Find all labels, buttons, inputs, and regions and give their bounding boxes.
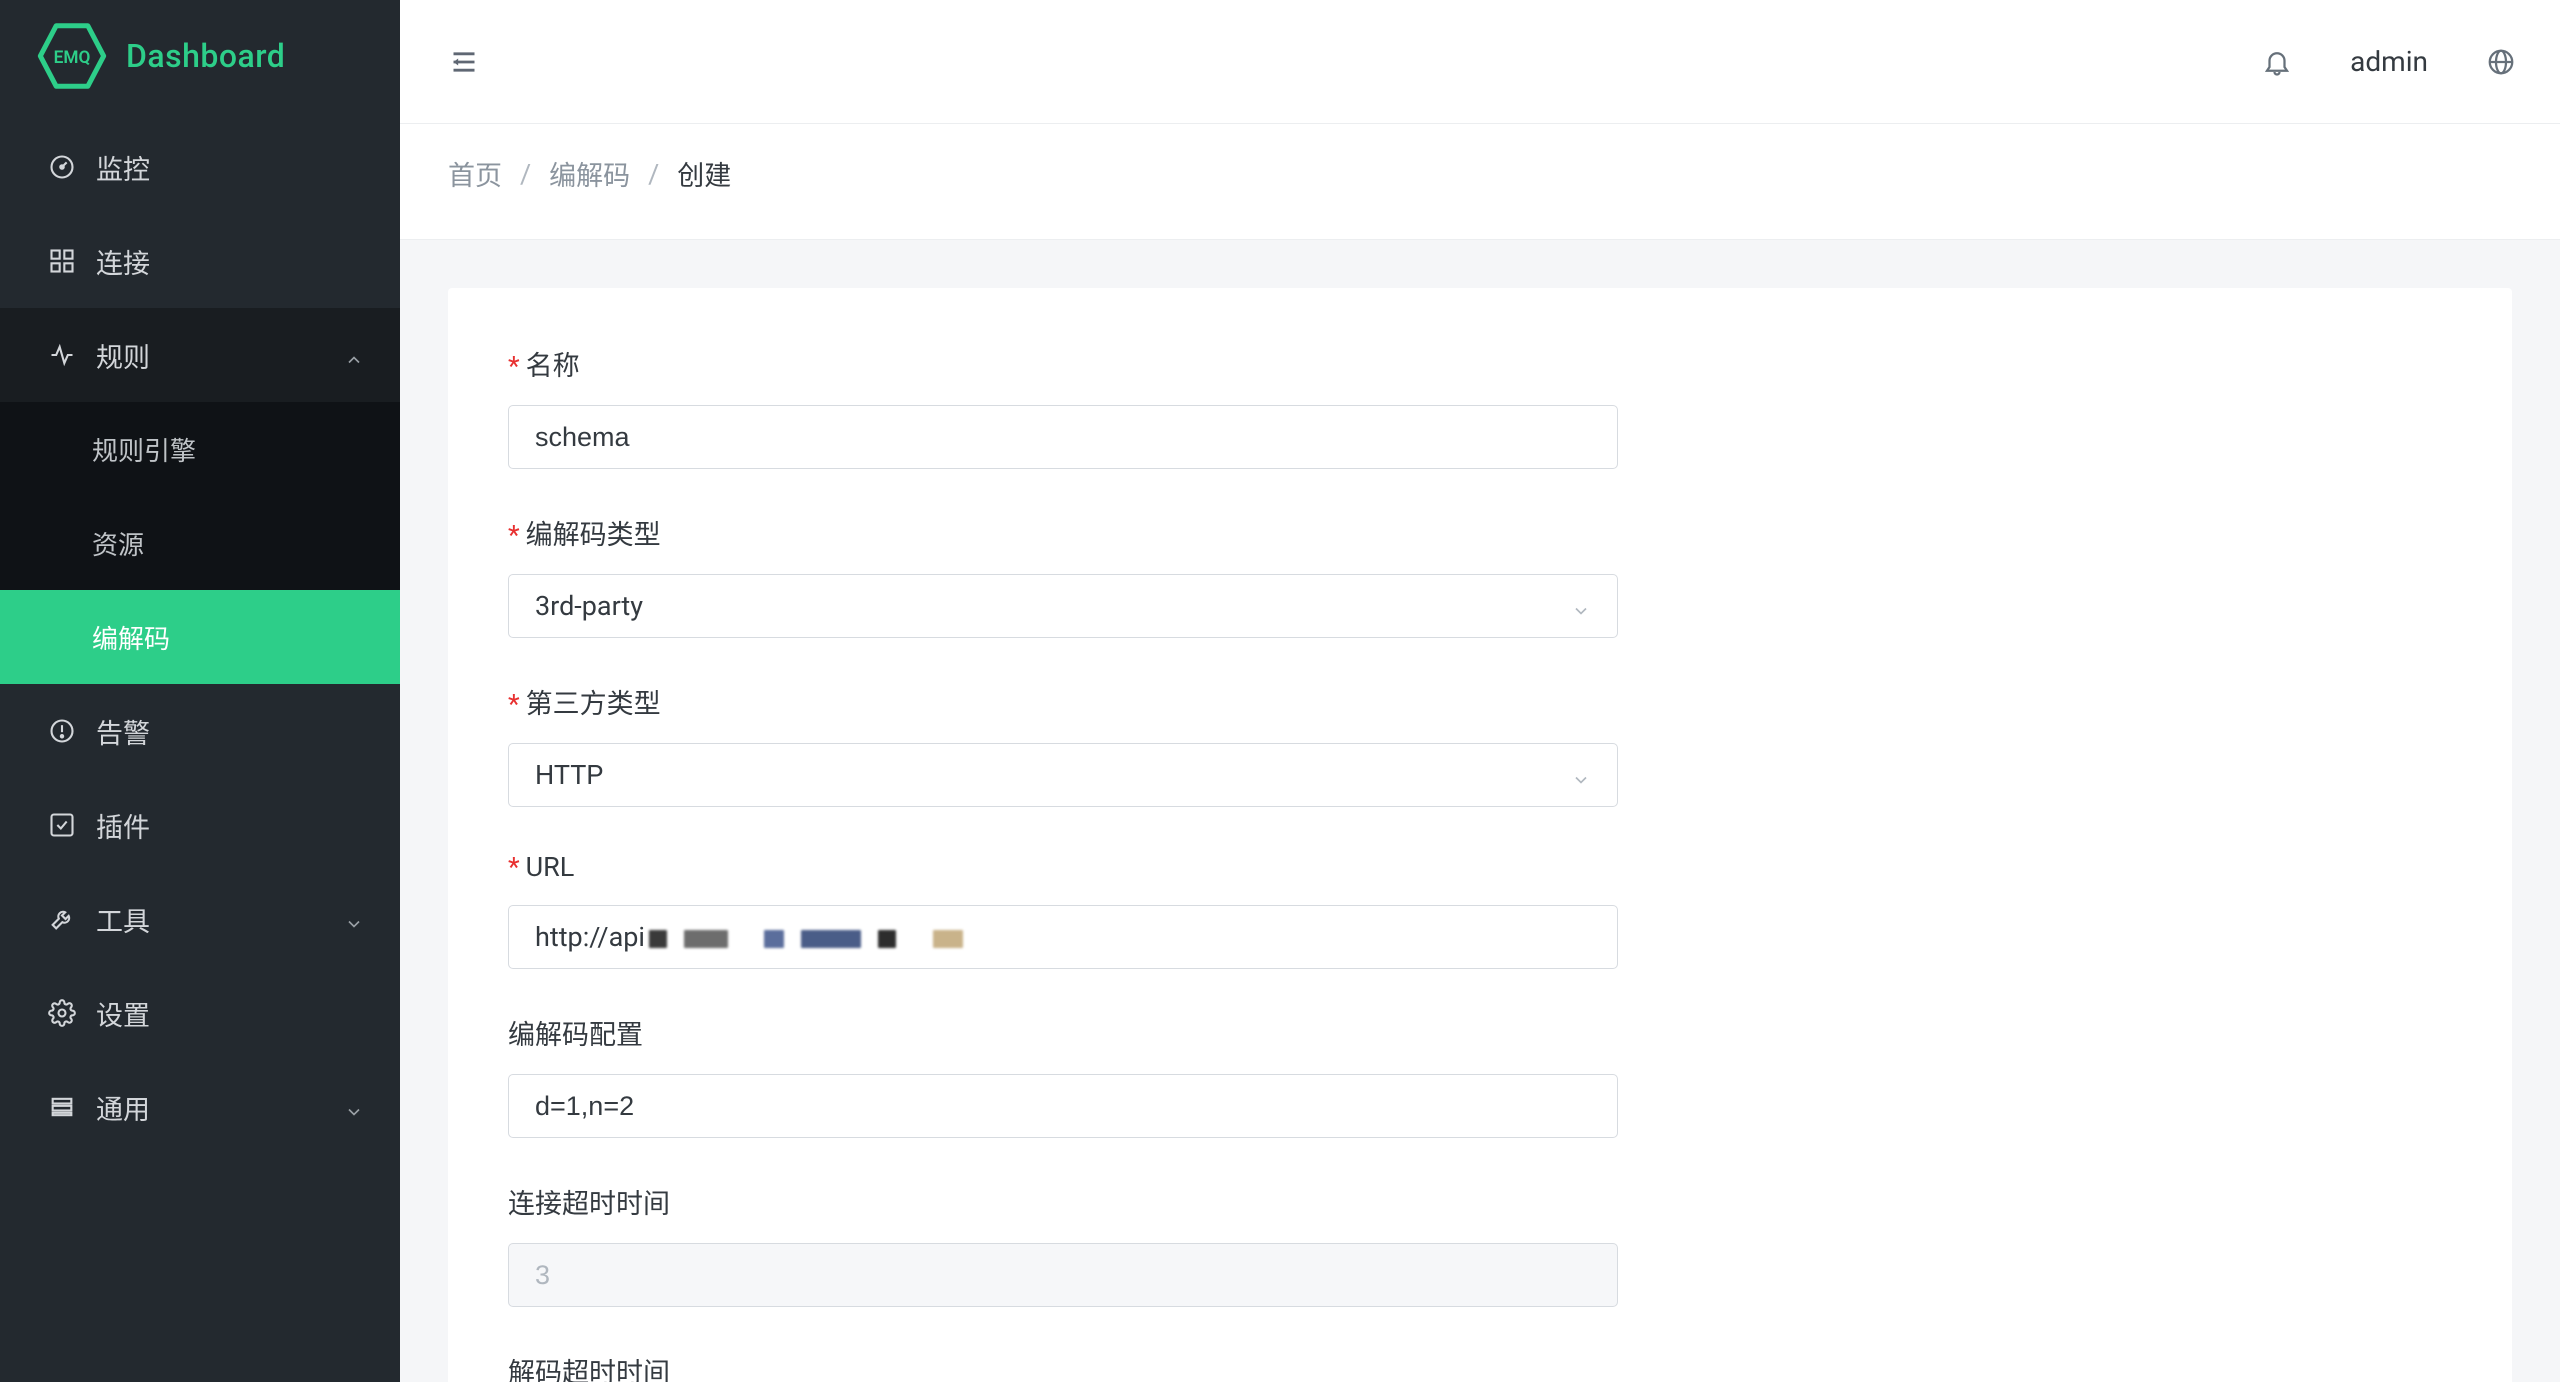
chevron-down-icon	[344, 909, 364, 929]
brand-title: Dashboard	[126, 37, 285, 75]
field-type: *编解码类型 3rd-party	[508, 513, 1618, 638]
sidebar-item-label: 资源	[92, 525, 144, 562]
sidebar-item-general[interactable]: 通用	[0, 1060, 400, 1154]
main: admin 首页 / 编解码 / 创建 *名称 *编解码类型 3rd-party	[400, 0, 2560, 1382]
field-url: *URL http://api	[508, 851, 1618, 969]
username[interactable]: admin	[2350, 45, 2428, 78]
sidebar-item-rules[interactable]: 规则	[0, 308, 400, 402]
breadcrumb-create: 创建	[677, 154, 731, 193]
stack-icon	[48, 1093, 76, 1121]
chevron-down-icon	[1571, 765, 1591, 785]
sidebar-item-alarms[interactable]: 告警	[0, 684, 400, 778]
type-label: *编解码类型	[508, 513, 1618, 552]
wrench-icon	[48, 905, 76, 933]
sidebar-item-label: 编解码	[92, 619, 170, 656]
field-config: 编解码配置	[508, 1013, 1618, 1138]
sidebar-item-tools[interactable]: 工具	[0, 872, 400, 966]
type-value: 3rd-party	[535, 590, 643, 622]
pulse-icon	[48, 341, 76, 369]
field-conn-timeout: 连接超时时间	[508, 1182, 1618, 1307]
url-label: *URL	[508, 851, 1618, 883]
svg-text:EMQ: EMQ	[54, 48, 91, 68]
logo-icon: EMQ	[36, 20, 108, 92]
sidebar-item-resources[interactable]: 资源	[0, 496, 400, 590]
bell-icon[interactable]	[2262, 47, 2292, 77]
chevron-down-icon	[1571, 596, 1591, 616]
sidebar-item-label: 工具	[96, 900, 324, 939]
breadcrumb-sep: /	[648, 158, 659, 190]
gauge-icon	[48, 153, 76, 181]
url-prefix: http://api	[535, 921, 645, 953]
third-select[interactable]: HTTP	[508, 743, 1618, 807]
form-card: *名称 *编解码类型 3rd-party *第三方类型 HTTP	[448, 288, 2512, 1382]
sidebar-nav: 监控 连接 规则 规则引擎 资源 编解码	[0, 120, 400, 1382]
sidebar-item-rule-engine[interactable]: 规则引擎	[0, 402, 400, 496]
sidebar-item-label: 连接	[96, 242, 364, 281]
sidebar-item-label: 规则	[96, 336, 324, 375]
sidebar-item-label: 规则引擎	[92, 431, 196, 468]
topbar: admin	[400, 0, 2560, 124]
url-redacted	[649, 921, 973, 953]
field-decode-timeout: 解码超时时间	[508, 1351, 1618, 1382]
sidebar-toggle-button[interactable]	[448, 48, 480, 76]
url-input[interactable]: http://api	[508, 905, 1618, 969]
conn-timeout-input[interactable]	[508, 1243, 1618, 1307]
chevron-up-icon	[344, 345, 364, 365]
sidebar-sub-rules: 规则引擎 资源 编解码	[0, 402, 400, 684]
sidebar-item-plugins[interactable]: 插件	[0, 778, 400, 872]
brand: EMQ Dashboard	[0, 0, 400, 120]
name-label: *名称	[508, 344, 1618, 383]
globe-icon[interactable]	[2486, 47, 2516, 77]
conn-timeout-label: 连接超时时间	[508, 1182, 1618, 1221]
config-input[interactable]	[508, 1074, 1618, 1138]
name-input[interactable]	[508, 405, 1618, 469]
third-value: HTTP	[535, 759, 603, 791]
field-name: *名称	[508, 344, 1618, 469]
gear-icon	[48, 999, 76, 1027]
sidebar-item-label: 监控	[96, 148, 364, 187]
sidebar: EMQ Dashboard 监控 连接 规则 规则引擎	[0, 0, 400, 1382]
third-label: *第三方类型	[508, 682, 1618, 721]
breadcrumb: 首页 / 编解码 / 创建	[400, 124, 2560, 240]
sidebar-item-label: 通用	[96, 1088, 324, 1127]
sidebar-item-label: 告警	[96, 712, 364, 751]
sidebar-item-settings[interactable]: 设置	[0, 966, 400, 1060]
check-square-icon	[48, 811, 76, 839]
breadcrumb-sep: /	[520, 158, 531, 190]
field-third-party-type: *第三方类型 HTTP	[508, 682, 1618, 807]
sidebar-item-monitor[interactable]: 监控	[0, 120, 400, 214]
grid-icon	[48, 247, 76, 275]
alert-icon	[48, 717, 76, 745]
sidebar-item-label: 设置	[96, 994, 364, 1033]
content: *名称 *编解码类型 3rd-party *第三方类型 HTTP	[400, 240, 2560, 1382]
decode-timeout-label: 解码超时时间	[508, 1351, 1618, 1382]
sidebar-item-codec[interactable]: 编解码	[0, 590, 400, 684]
breadcrumb-home[interactable]: 首页	[448, 154, 502, 193]
breadcrumb-codec[interactable]: 编解码	[549, 154, 630, 193]
config-label: 编解码配置	[508, 1013, 1618, 1052]
type-select[interactable]: 3rd-party	[508, 574, 1618, 638]
chevron-down-icon	[344, 1097, 364, 1117]
sidebar-item-label: 插件	[96, 806, 364, 845]
sidebar-item-connections[interactable]: 连接	[0, 214, 400, 308]
topbar-right: admin	[2262, 45, 2516, 78]
